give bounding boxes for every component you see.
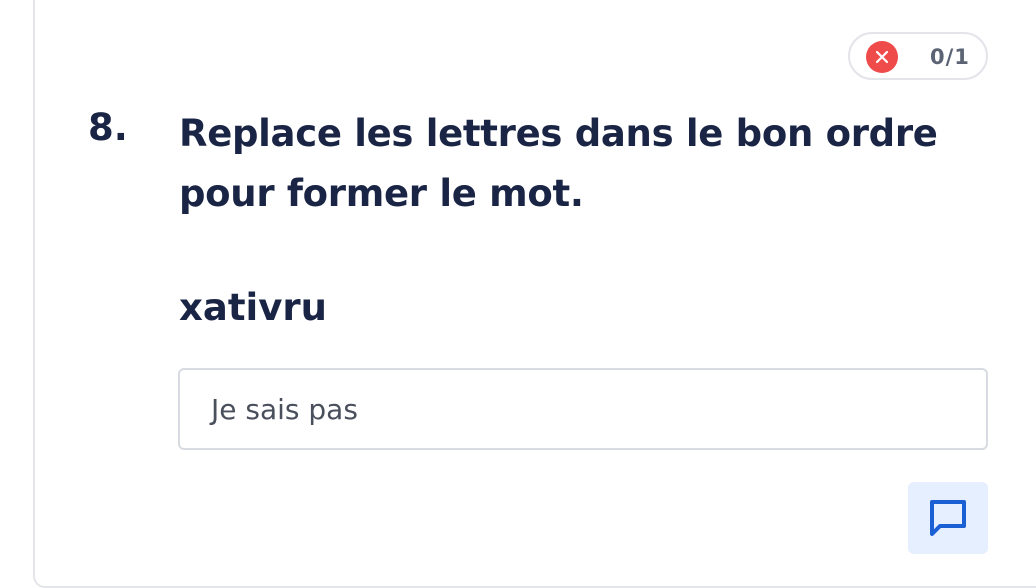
question-prompt-line-2: pour former le mot. (179, 172, 584, 215)
question-number: 8. (88, 106, 128, 149)
question-prompt: Replace les lettres dans le bon ordre po… (179, 104, 979, 224)
incorrect-icon (866, 41, 898, 73)
score-value: 0/1 (930, 45, 970, 69)
answer-value: Je sais pas (211, 392, 358, 426)
scrambled-word: xativru (179, 286, 327, 329)
comment-icon (930, 500, 966, 536)
answer-field[interactable]: Je sais pas (178, 368, 988, 450)
score-badge: 0/1 (848, 32, 988, 80)
comment-button[interactable] (908, 482, 988, 554)
question-prompt-line-1: Replace les lettres dans le bon ordre (179, 112, 938, 155)
